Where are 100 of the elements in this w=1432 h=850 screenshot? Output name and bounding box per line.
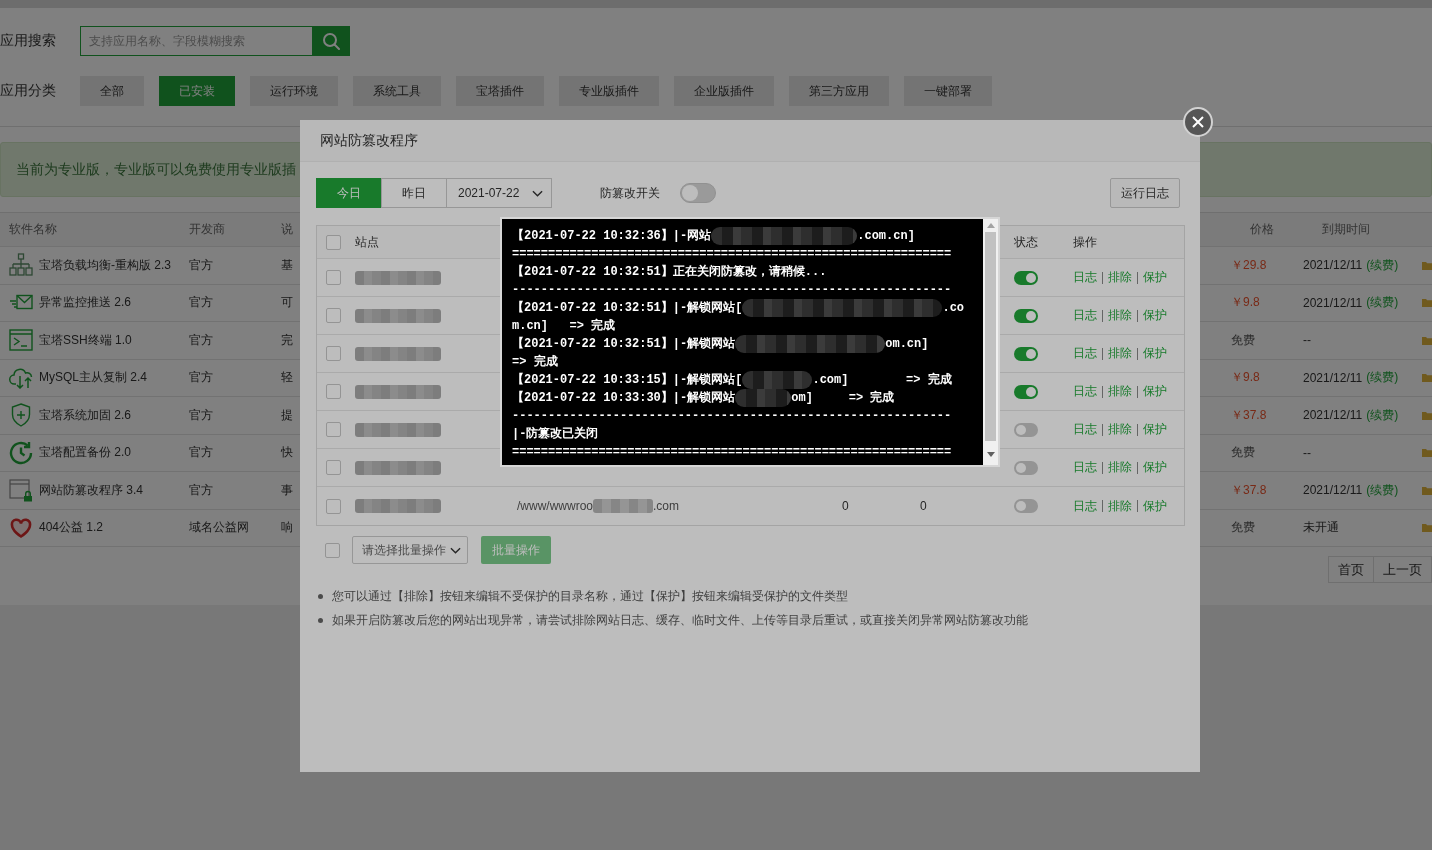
action-link[interactable]: 排除	[1108, 269, 1132, 286]
checkbox[interactable]	[326, 384, 341, 399]
folder-icon[interactable]	[1422, 448, 1432, 458]
developer-text: 官方	[189, 369, 213, 387]
action-link[interactable]: 排除	[1108, 459, 1132, 476]
scroll-down-icon[interactable]	[986, 452, 995, 457]
action-link[interactable]: 日志	[1073, 459, 1097, 476]
action-link[interactable]: 排除	[1108, 307, 1132, 324]
action-link[interactable]: 保护	[1143, 269, 1167, 286]
batch-select[interactable]: 请选择批量操作	[352, 536, 468, 564]
category-tab[interactable]: 第三方应用	[789, 76, 889, 106]
category-tab[interactable]: 专业版插件	[559, 76, 659, 106]
action-link[interactable]: 保护	[1143, 383, 1167, 400]
description-text: 可	[281, 294, 293, 312]
action-link[interactable]: 排除	[1108, 383, 1132, 400]
developer-text: 域名公益网	[189, 519, 249, 537]
description-text: 完	[281, 331, 293, 349]
category-tab[interactable]: 企业版插件	[674, 76, 774, 106]
action-link[interactable]: 日志	[1073, 383, 1097, 400]
toggle-switch[interactable]	[1014, 346, 1038, 361]
action-link[interactable]: 保护	[1143, 307, 1167, 324]
expiry-date: 2021/12/11	[1303, 483, 1363, 498]
plugin-name[interactable]: MySQL主从复制 2.4	[39, 369, 148, 387]
renew-link[interactable]: (续费)	[1366, 406, 1399, 424]
folder-icon[interactable]	[1422, 260, 1432, 270]
checkbox[interactable]	[325, 542, 340, 558]
plugin-name[interactable]: 异常监控推送 2.6	[39, 294, 131, 312]
action-link[interactable]: 保护	[1143, 459, 1167, 476]
action-link[interactable]: 排除	[1108, 497, 1132, 515]
renew-link[interactable]: (续费)	[1366, 256, 1399, 274]
checkbox[interactable]	[326, 308, 341, 323]
category-tab[interactable]: 已安装	[159, 76, 235, 106]
plugin-name[interactable]: 宝塔系统加固 2.6	[39, 406, 131, 424]
action-link[interactable]: 保护	[1143, 345, 1167, 362]
price-text: 免费	[1231, 444, 1255, 462]
price-text: ￥29.8	[1231, 256, 1267, 274]
folder-icon[interactable]	[1422, 373, 1432, 383]
toggle-switch[interactable]	[1014, 460, 1038, 475]
log-text: |-防篡改已关闭	[512, 425, 599, 443]
category-tab[interactable]: 宝塔插件	[456, 76, 544, 106]
folder-icon[interactable]	[1422, 335, 1432, 345]
plugin-name[interactable]: 404公益 1.2	[39, 519, 104, 537]
plugin-name[interactable]: 宝塔SSH终端 1.0	[39, 331, 132, 349]
scrollbar-thumb[interactable]	[985, 232, 996, 441]
plugin-name[interactable]: 宝塔配置备份 2.0	[39, 444, 131, 462]
folder-icon[interactable]	[1422, 410, 1432, 420]
close-icon	[1192, 116, 1204, 128]
category-tab[interactable]: 系统工具	[353, 76, 441, 106]
category-tab[interactable]: 运行环境	[250, 76, 338, 106]
toggle-switch[interactable]	[1014, 422, 1038, 437]
checkbox[interactable]	[326, 422, 341, 437]
path-text: .com	[653, 499, 680, 513]
action-link[interactable]: 日志	[1073, 307, 1097, 324]
price-text: ￥37.8	[1231, 406, 1267, 424]
category-tab[interactable]: 一键部署	[904, 76, 992, 106]
action-link[interactable]: 排除	[1108, 421, 1132, 438]
log-text: => 完成	[512, 353, 558, 371]
checkbox[interactable]	[326, 234, 341, 250]
toggle-switch[interactable]	[1014, 384, 1038, 399]
log-text: .co	[942, 300, 965, 317]
developer-text: 官方	[189, 406, 213, 424]
scroll-up-icon[interactable]	[986, 223, 995, 228]
run-log-button[interactable]: 运行日志	[1110, 178, 1180, 208]
pagination-button[interactable]: 首页	[1328, 556, 1374, 583]
scrollbar[interactable]	[983, 219, 998, 465]
checkbox[interactable]	[326, 498, 341, 514]
checkbox[interactable]	[326, 460, 341, 475]
action-link[interactable]: 保护	[1143, 421, 1167, 438]
renew-link[interactable]: (续费)	[1366, 294, 1399, 312]
date-select[interactable]: 2021-07-22	[446, 178, 553, 208]
action-link[interactable]: 排除	[1108, 345, 1132, 362]
plugin-name[interactable]: 宝塔负载均衡-重构版 2.3	[39, 256, 171, 274]
checkbox[interactable]	[326, 270, 341, 285]
action-link[interactable]: 日志	[1073, 345, 1097, 362]
day-tab[interactable]: 今日	[316, 178, 382, 208]
price-text: 免费	[1231, 331, 1255, 349]
toggle-switch[interactable]	[1014, 499, 1038, 513]
column-header: 站点	[355, 233, 379, 251]
description-text: 事	[281, 481, 293, 499]
folder-icon[interactable]	[1422, 485, 1432, 495]
folder-icon[interactable]	[1422, 298, 1432, 308]
checkbox[interactable]	[326, 346, 341, 361]
toggle-switch[interactable]	[1014, 270, 1038, 285]
developer-text: 官方	[189, 444, 213, 462]
plugin-name[interactable]: 网站防篡改程序 3.4	[39, 481, 143, 499]
folder-icon[interactable]	[1422, 523, 1432, 533]
day-tab[interactable]: 昨日	[381, 178, 447, 208]
log-text: =============================================================	[512, 444, 952, 461]
renew-link[interactable]: (续费)	[1366, 369, 1399, 387]
action-link[interactable]: 日志	[1073, 269, 1097, 286]
action-link[interactable]: 日志	[1073, 497, 1097, 515]
action-link[interactable]: 保护	[1143, 497, 1167, 515]
renew-link[interactable]: (续费)	[1366, 481, 1399, 499]
category-tab[interactable]: 全部	[80, 76, 144, 106]
search-icon	[322, 32, 340, 50]
log-text: 【2021-07-22 10:32:51】正在关闭防篡改，请稍候...	[512, 263, 827, 281]
search-button[interactable]	[312, 26, 350, 56]
action-link[interactable]: 日志	[1073, 421, 1097, 438]
toggle-switch[interactable]	[680, 183, 717, 203]
toggle-switch[interactable]	[1014, 308, 1038, 323]
